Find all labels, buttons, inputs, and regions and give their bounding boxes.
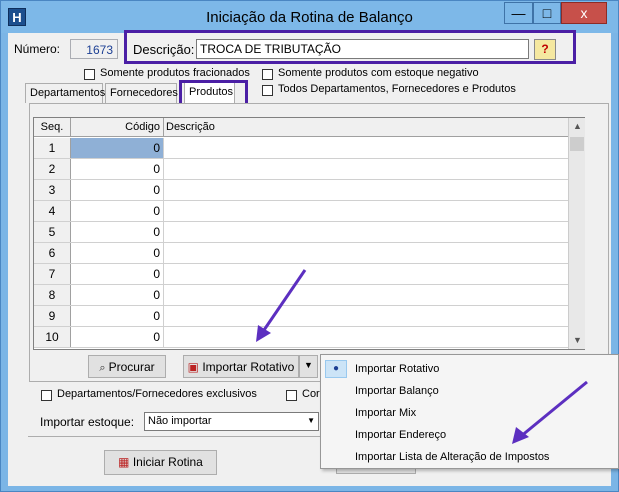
arrow-to-dropdown xyxy=(260,269,307,334)
arrowhead-menu-item xyxy=(512,427,529,444)
arrowhead-dropdown xyxy=(256,325,271,342)
arrow-to-menu-item xyxy=(519,380,588,439)
annotation-arrows xyxy=(256,269,588,444)
